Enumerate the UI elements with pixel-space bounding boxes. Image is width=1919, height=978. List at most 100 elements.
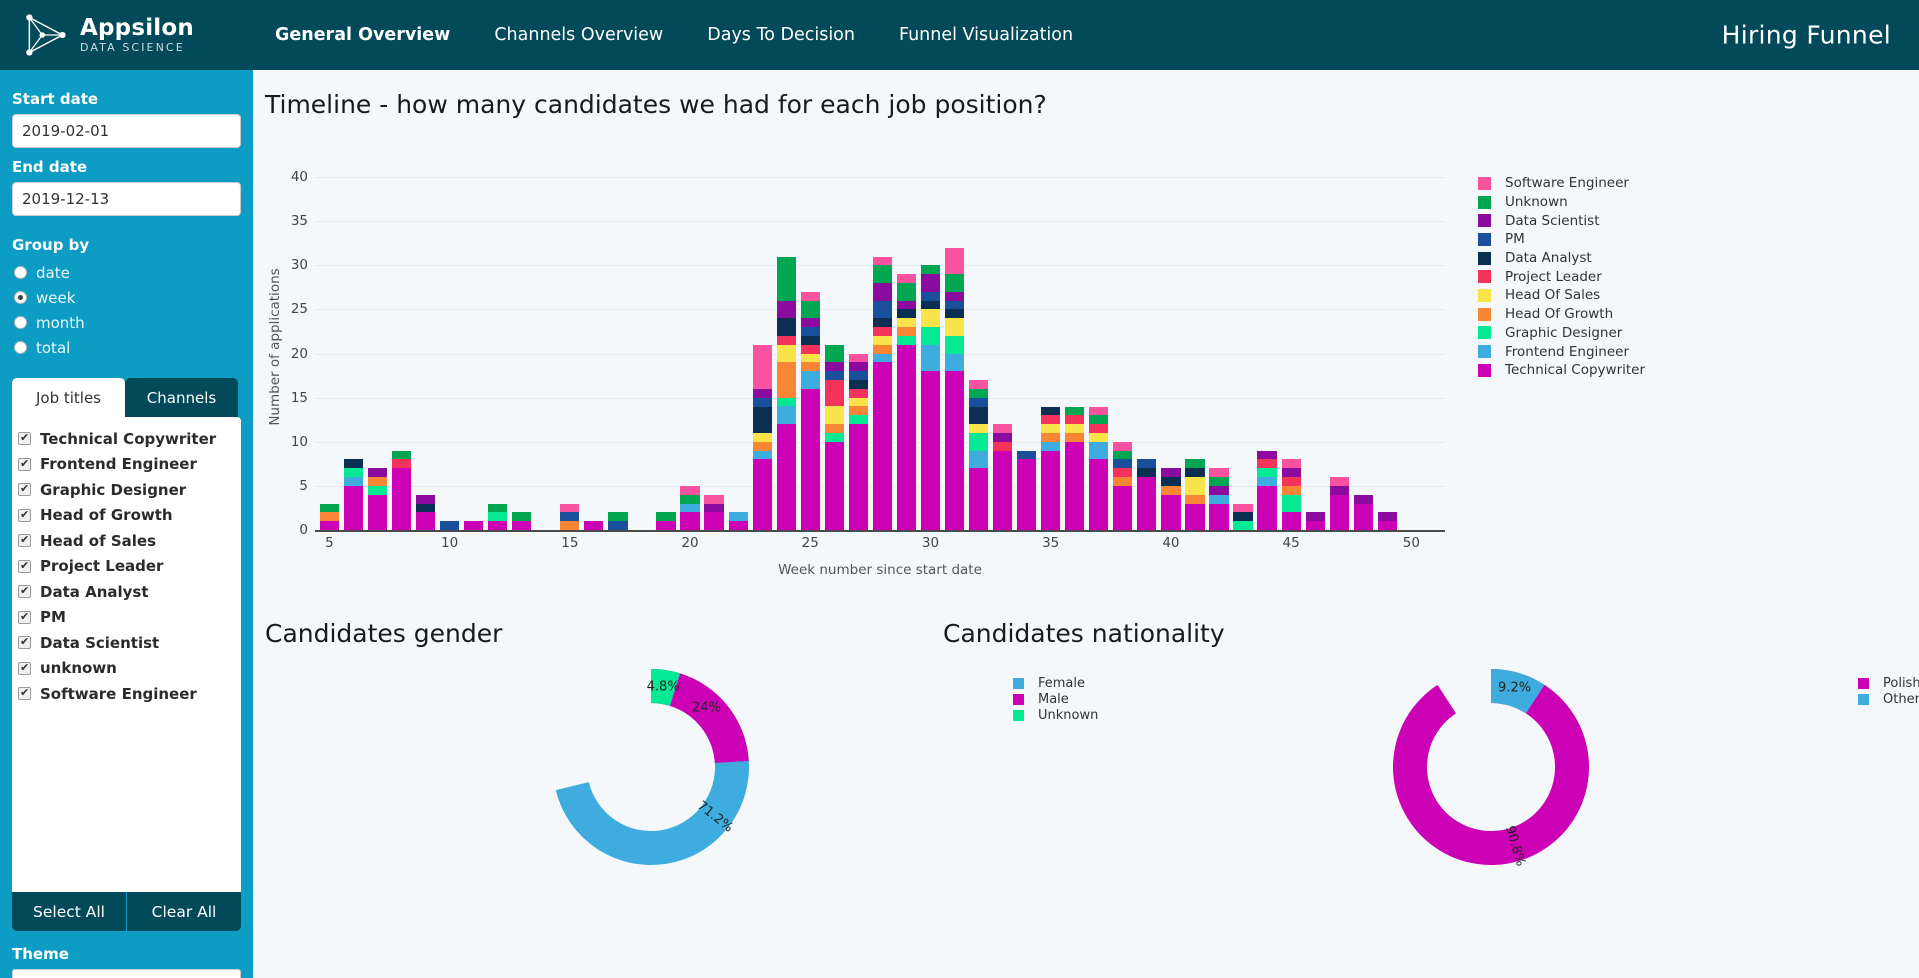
bar-segment	[1065, 424, 1085, 433]
checkbox-software-engineer[interactable]: Software Engineer	[18, 681, 241, 707]
legend-label: Other	[1883, 692, 1919, 708]
legend-item[interactable]: Unknown	[1013, 708, 1098, 724]
checkbox-data-scientist[interactable]: Data Scientist	[18, 630, 241, 656]
bar-segment	[584, 521, 604, 530]
checkbox-head-of-sales[interactable]: Head of Sales	[18, 528, 241, 554]
bar-segment	[968, 468, 989, 530]
legend-item[interactable]: Polish	[1858, 676, 1919, 692]
legend-item[interactable]: Technical Copywriter	[1478, 361, 1645, 380]
bar-segment	[920, 344, 941, 372]
checkbox-data-analyst[interactable]: Data Analyst	[18, 579, 241, 605]
checkbox-project-leader[interactable]: Project Leader	[18, 554, 241, 580]
legend-swatch	[1013, 709, 1024, 721]
radio-option-total[interactable]: total	[14, 335, 241, 360]
bar-stack	[1017, 177, 1037, 530]
bar-segment	[824, 441, 844, 530]
select-all-button[interactable]: Select All	[12, 892, 127, 931]
legend-label: PM	[1505, 231, 1525, 248]
legend-item[interactable]: Software Engineer	[1478, 174, 1645, 193]
bar-segment	[920, 300, 941, 310]
bar-stack	[536, 177, 555, 530]
end-date-input[interactable]: 2019-12-13	[12, 182, 241, 216]
bar-segment	[800, 362, 820, 372]
radio-option-week[interactable]: week	[14, 285, 241, 310]
bar-segment	[560, 521, 580, 530]
legend-item[interactable]: Head Of Sales	[1478, 286, 1645, 305]
checkbox-head-of-growth[interactable]: Head of Growth	[18, 503, 241, 529]
bar-stack	[1137, 177, 1157, 530]
legend-item[interactable]: Head Of Growth	[1478, 305, 1645, 324]
brand-logo-block[interactable]: Appsilon DATA SCIENCE	[0, 12, 253, 58]
legend-swatch	[1478, 270, 1491, 284]
bar-segment	[920, 371, 941, 530]
nav-link-funnel-visualization[interactable]: Funnel Visualization	[877, 25, 1095, 45]
legend-label: Software Engineer	[1505, 175, 1629, 192]
nav-link-channels-overview[interactable]: Channels Overview	[472, 25, 685, 45]
bar-segment	[1257, 459, 1277, 469]
legend-swatch	[1013, 694, 1024, 706]
radio-option-month[interactable]: month	[14, 310, 241, 335]
bar-segment	[944, 318, 965, 336]
y-tick-label: 20	[290, 345, 308, 362]
start-date-input[interactable]: 2019-02-01	[12, 114, 241, 148]
bar-segment	[752, 441, 772, 451]
checkbox-pm[interactable]: PM	[18, 605, 241, 631]
legend-swatch	[1478, 214, 1491, 228]
legend-item[interactable]: Unknown	[1478, 193, 1645, 212]
bar-segment	[872, 256, 892, 266]
bar-segment	[896, 282, 917, 301]
donut-svg	[555, 669, 749, 865]
bar-segment	[1233, 521, 1253, 530]
checkbox-frontend-engineer[interactable]: Frontend Engineer	[18, 452, 241, 478]
bar-segment	[415, 512, 436, 530]
bar-segment	[1041, 450, 1061, 530]
y-tick-label: 40	[290, 169, 308, 185]
bar-segment	[993, 441, 1013, 451]
tab-job-titles[interactable]: Job titles	[12, 378, 125, 417]
checkbox-graphic-designer[interactable]: Graphic Designer	[18, 477, 241, 503]
bar-segment	[1281, 512, 1301, 530]
legend-item[interactable]: Other	[1858, 692, 1919, 708]
checkbox-technical-copywriter[interactable]: Technical Copywriter	[18, 426, 241, 452]
y-tick-label: 10	[290, 433, 308, 450]
bar-segment	[872, 335, 892, 345]
bar-segment	[608, 512, 628, 522]
bar-segment	[560, 503, 580, 513]
nav-link-general-overview[interactable]: General Overview	[253, 25, 472, 45]
bar-segment	[656, 512, 676, 522]
check-icon	[18, 431, 31, 446]
bar-segment	[1305, 521, 1325, 530]
tab-channels[interactable]: Channels	[125, 378, 238, 417]
legend-item[interactable]: Project Leader	[1478, 267, 1645, 286]
radio-option-date[interactable]: date	[14, 260, 241, 285]
radio-dot-icon	[14, 266, 27, 279]
theme-select[interactable]: Navy ▼	[12, 969, 241, 978]
x-tick-label: 10	[441, 535, 459, 551]
checkbox-label: Software Engineer	[40, 684, 197, 703]
bar-stack	[776, 177, 796, 530]
legend-item[interactable]: Graphic Designer	[1478, 324, 1645, 343]
checkbox-unknown[interactable]: unknown	[18, 656, 241, 682]
bar-chart-legend: Software Engineer Unknown Data Scientist PM…	[1478, 174, 1645, 380]
checkbox-label: Data Scientist	[40, 633, 160, 652]
nav-link-days-to-decision[interactable]: Days To Decision	[685, 25, 877, 45]
bar-segment	[848, 353, 868, 363]
clear-all-button[interactable]: Clear All	[127, 892, 241, 931]
bar-stack	[1377, 177, 1397, 530]
bar-segment	[993, 424, 1013, 433]
bar-segment	[343, 485, 364, 530]
bar-segment	[1329, 494, 1349, 530]
y-tick-label: 15	[290, 389, 308, 406]
legend-item[interactable]: Data Scientist	[1478, 211, 1645, 230]
legend-item[interactable]: Female	[1013, 676, 1098, 692]
bar-stack	[367, 177, 388, 530]
legend-item[interactable]: Data Analyst	[1478, 249, 1645, 268]
donut-svg	[1393, 669, 1589, 865]
legend-item[interactable]: Frontend Engineer	[1478, 342, 1645, 361]
bar-segment	[415, 494, 436, 504]
bar-segment	[1233, 512, 1253, 522]
bar-segment	[872, 300, 892, 319]
legend-item[interactable]: PM	[1478, 230, 1645, 249]
bar-segment	[1281, 494, 1301, 513]
legend-item[interactable]: Male	[1013, 692, 1098, 708]
